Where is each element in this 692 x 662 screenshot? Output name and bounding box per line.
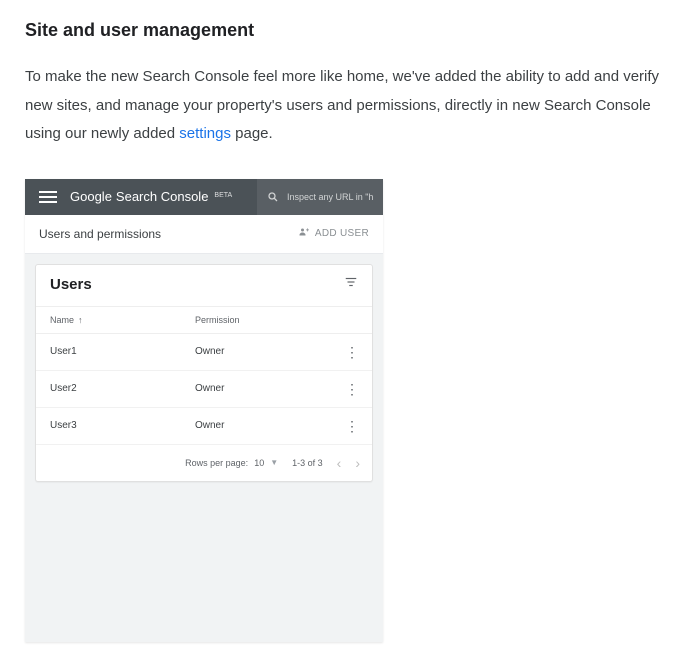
card-title: Users [50, 276, 92, 293]
filter-icon[interactable] [344, 275, 358, 294]
brand-light: Search Console [116, 189, 209, 204]
row-more-icon[interactable]: ⋮ [340, 345, 364, 359]
add-user-label: ADD USER [315, 228, 369, 239]
table-footer: Rows per page: 10 ▼ 1-3 of 3 ‹ › [36, 445, 372, 481]
table-header: Name ↑ Permission [36, 307, 372, 334]
row-more-icon[interactable]: ⋮ [340, 419, 364, 433]
prev-page-icon[interactable]: ‹ [337, 455, 342, 471]
paragraph-text-before: To make the new Search Console feel more… [25, 68, 659, 142]
cell-name: User2 [50, 383, 195, 394]
settings-link[interactable]: settings [179, 125, 231, 142]
app-brand: Google Search Console BETA [70, 189, 232, 204]
section-paragraph: To make the new Search Console feel more… [25, 63, 667, 149]
table-row: User2 Owner ⋮ [36, 371, 372, 408]
row-more-icon[interactable]: ⋮ [340, 382, 364, 396]
add-user-icon [298, 226, 310, 241]
app-screenshot: Google Search Console BETA Inspect any U… [25, 179, 383, 642]
search-placeholder: Inspect any URL in "htt [287, 192, 373, 202]
cell-permission: Owner [195, 346, 340, 357]
paragraph-text-after: page. [231, 125, 273, 142]
beta-badge: BETA [214, 192, 232, 199]
cell-name: User3 [50, 420, 195, 431]
section-heading: Site and user management [25, 20, 667, 41]
rows-per-page-value[interactable]: 10 [254, 458, 264, 468]
table-row: User1 Owner ⋮ [36, 334, 372, 371]
dropdown-icon[interactable]: ▼ [270, 458, 278, 467]
add-user-button[interactable]: ADD USER [298, 226, 369, 241]
cell-name: User1 [50, 346, 195, 357]
table-row: User3 Owner ⋮ [36, 408, 372, 445]
cell-permission: Owner [195, 383, 340, 394]
sort-asc-icon: ↑ [78, 315, 83, 325]
rows-per-page-label: Rows per page: [185, 458, 248, 468]
app-topbar: Google Search Console BETA Inspect any U… [25, 179, 383, 215]
column-header-permission[interactable]: Permission [195, 315, 340, 325]
subbar: Users and permissions ADD USER [25, 215, 383, 254]
subbar-title: Users and permissions [39, 227, 161, 241]
empty-area [25, 492, 383, 642]
search-icon [267, 191, 279, 203]
menu-icon[interactable] [39, 191, 57, 203]
users-card: Users Name ↑ Permission User1 Owner ⋮ Us [35, 264, 373, 482]
brand-bold: Google [70, 189, 112, 204]
pagination-range: 1-3 of 3 [292, 458, 323, 468]
column-name-label: Name [50, 315, 74, 325]
search-input[interactable]: Inspect any URL in "htt [257, 179, 383, 215]
column-header-name[interactable]: Name ↑ [50, 315, 195, 325]
cell-permission: Owner [195, 420, 340, 431]
next-page-icon[interactable]: › [355, 455, 360, 471]
